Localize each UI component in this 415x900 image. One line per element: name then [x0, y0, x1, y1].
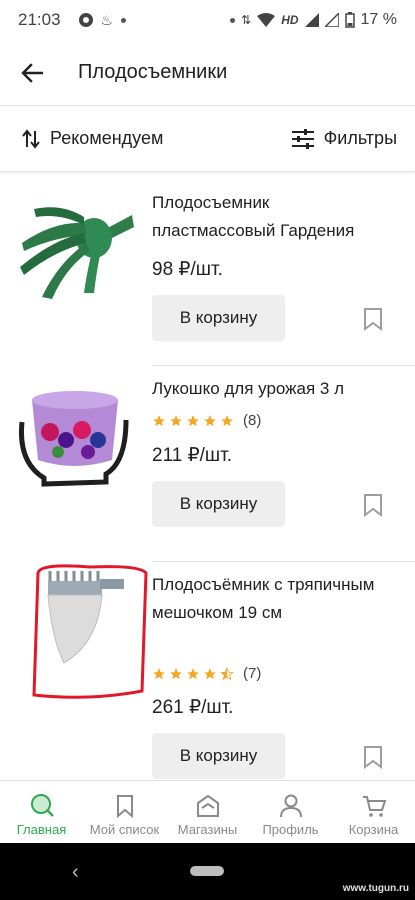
- nav-label: Мой список: [89, 822, 160, 837]
- product-price: 261 ₽/шт.: [152, 697, 234, 718]
- star-icon: [204, 414, 216, 426]
- nav-stores[interactable]: Магазины: [166, 781, 249, 843]
- signal-icon: [304, 13, 319, 27]
- more-notifications-icon: [121, 17, 127, 23]
- star-icon: [221, 414, 233, 426]
- product-card[interactable]: Плодосъемник пластмассовый Гардения 98 ₽…: [0, 178, 415, 366]
- bookmark-icon: [116, 795, 133, 819]
- network-type: HD: [281, 13, 299, 27]
- product-price: 211 ₽/шт.: [152, 445, 233, 466]
- system-back-icon[interactable]: ‹: [72, 861, 79, 884]
- star-icon: [153, 414, 165, 426]
- add-to-cart-button[interactable]: В корзину: [152, 733, 285, 779]
- store-icon: [196, 794, 219, 817]
- star-half-icon: [220, 666, 234, 680]
- battery-percent: 17 %: [360, 11, 397, 28]
- filter-label: Фильтры: [323, 128, 397, 148]
- star-icon: [153, 667, 165, 679]
- add-to-cart-button[interactable]: В корзину: [152, 481, 285, 527]
- review-count: (8): [243, 412, 262, 429]
- product-image-fruit-picker-green[interactable]: [14, 193, 134, 303]
- nav-label: Главная: [16, 822, 67, 837]
- star-icon: [170, 414, 182, 426]
- filter-sliders-icon: [291, 128, 314, 149]
- nav-my-list[interactable]: Мой список: [83, 781, 166, 843]
- star-icon: [187, 414, 199, 426]
- sort-filter-bar: Рекомендуем Фильтры: [0, 106, 415, 172]
- page-title: Плодосъемники: [78, 61, 228, 83]
- data-arrows-icon: ⇅: [241, 13, 252, 27]
- status-bar: 21:03 ♨ ⇅ HD 17 %: [0, 0, 415, 40]
- system-navigation-bar: ‹ www.tugun.ru: [0, 843, 415, 900]
- nav-label: Магазины: [177, 822, 238, 837]
- nav-profile[interactable]: Профиль: [249, 781, 332, 843]
- sort-button[interactable]: Рекомендуем: [22, 128, 163, 149]
- sort-icon: [22, 128, 40, 149]
- watermark: www.tugun.ru: [342, 883, 409, 894]
- product-name[interactable]: Плодосъёмник с тряпичным мешочком 19 см: [152, 571, 397, 627]
- arrow-back-icon: [21, 62, 43, 83]
- app-bar: Плодосъемники: [0, 40, 415, 106]
- product-image-harvest-basket[interactable]: [14, 382, 134, 492]
- product-image-fruit-picker-bag[interactable]: [30, 559, 150, 707]
- bottom-navigation: Главная Мой список Магазины Профиль Корз…: [0, 780, 415, 843]
- filter-button[interactable]: Фильтры: [291, 128, 397, 149]
- battery-icon: [344, 12, 355, 28]
- status-time: 21:03: [18, 10, 61, 29]
- product-rating: (8): [152, 412, 261, 429]
- bookmark-icon[interactable]: [362, 745, 384, 769]
- star-icon: [170, 667, 182, 679]
- star-icon: [187, 667, 199, 679]
- review-count: (7): [243, 665, 262, 682]
- product-card[interactable]: Лукошко для урожая 3 л (8) 211 ₽/шт. В к…: [0, 366, 415, 562]
- bookmark-icon[interactable]: [362, 493, 384, 517]
- product-price: 98 ₽/шт.: [152, 259, 223, 280]
- nav-label: Профиль: [262, 822, 319, 837]
- nav-label: Корзина: [348, 822, 399, 837]
- cart-icon: [362, 796, 386, 817]
- bookmark-icon[interactable]: [362, 307, 384, 331]
- product-name[interactable]: Лукошко для урожая 3 л: [152, 375, 397, 403]
- star-icon: [204, 667, 216, 679]
- product-card[interactable]: Плодосъёмник с тряпичным мешочком 19 см …: [0, 562, 415, 780]
- signal-icon-2: [324, 13, 339, 27]
- add-to-cart-button[interactable]: В корзину: [152, 295, 285, 341]
- back-button[interactable]: [0, 40, 64, 106]
- search-icon: [30, 794, 54, 817]
- wifi-icon: [257, 13, 276, 27]
- product-rating: (7): [152, 665, 261, 682]
- notification-ring-icon: [78, 13, 93, 27]
- nav-home[interactable]: Главная: [0, 781, 83, 843]
- system-home-pill[interactable]: [190, 866, 224, 876]
- sort-label: Рекомендуем: [50, 128, 164, 148]
- person-icon: [279, 794, 302, 818]
- status-dot-icon: [230, 17, 236, 23]
- product-name[interactable]: Плодосъемник пластмассовый Гардения: [152, 189, 397, 245]
- product-list[interactable]: Плодосъемник пластмассовый Гардения 98 ₽…: [0, 178, 415, 780]
- nav-cart[interactable]: Корзина: [332, 781, 415, 843]
- flame-icon: ♨: [100, 11, 114, 28]
